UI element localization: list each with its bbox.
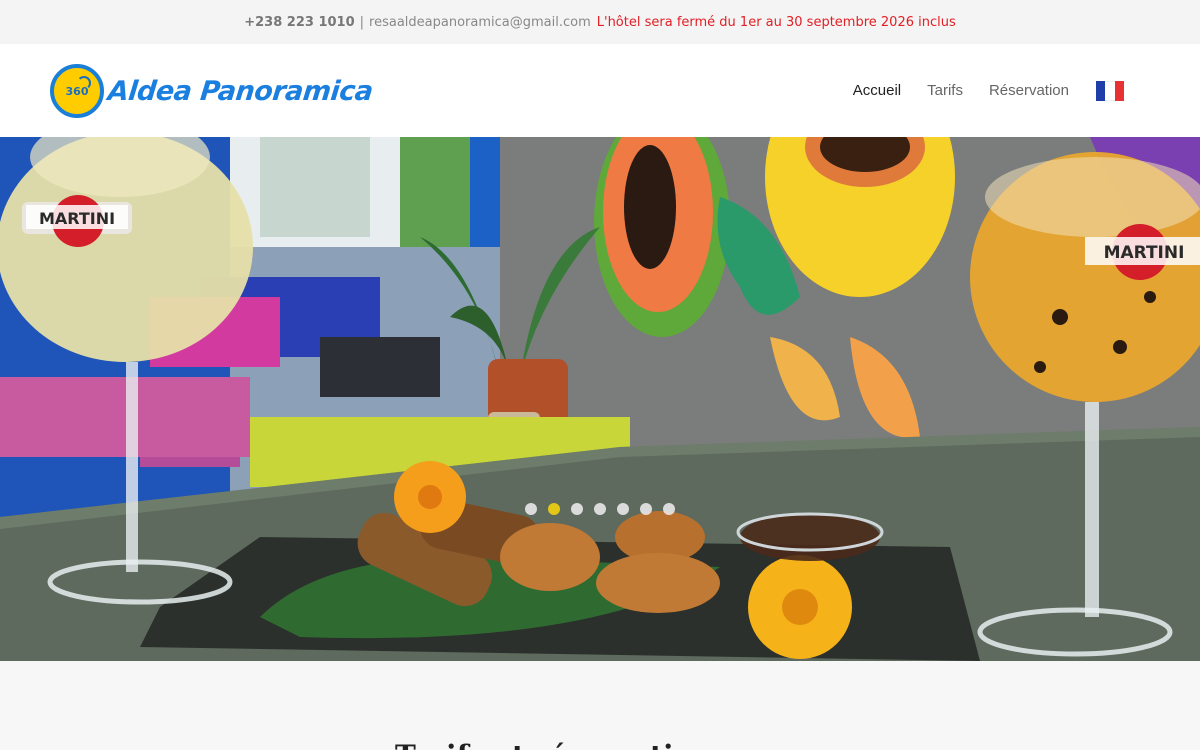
hero-image: MARTINI MARTINI [0, 137, 1200, 661]
nav-accueil[interactable]: Accueil [853, 82, 901, 99]
slider-dot-1[interactable] [525, 503, 537, 515]
site-logo[interactable]: 360 Aldea Panoramica [50, 64, 375, 118]
section-title: Tarifs et réservations [395, 739, 728, 750]
closure-notice: L'hôtel sera fermé du 1er au 30 septembr… [596, 14, 956, 30]
slider-dot-5[interactable] [617, 503, 629, 515]
glass-brand-right: MARTINI [1104, 243, 1185, 263]
logo-360-badge: 360 [50, 64, 104, 118]
topbar-separator: | [359, 14, 365, 30]
glass-brand-left: MARTINI [39, 209, 115, 228]
content-section: Tarifs et réservations [0, 661, 1200, 750]
top-info-bar: +238 223 1010 | resaaldeapanoramica@gmai… [0, 0, 1200, 44]
rotate-arrow-icon [77, 76, 91, 90]
france-flag-icon[interactable] [1096, 80, 1124, 101]
logo-text: Aldea Panoramica [106, 75, 375, 107]
slider-dot-2[interactable] [548, 503, 560, 515]
nav-tarifs[interactable]: Tarifs [927, 82, 963, 99]
slider-dot-7[interactable] [663, 503, 675, 515]
slider-dot-6[interactable] [640, 503, 652, 515]
site-header: 360 Aldea Panoramica Accueil Tarifs Rése… [0, 44, 1200, 137]
email-address[interactable]: resaaldeapanoramica@gmail.com [369, 15, 591, 30]
main-nav: Accueil Tarifs Réservation [827, 44, 1124, 137]
phone-number[interactable]: +238 223 1010 [244, 15, 354, 30]
slider-dot-3[interactable] [571, 503, 583, 515]
nav-reservation[interactable]: Réservation [989, 82, 1069, 99]
hero-slider: MARTINI MARTINI [0, 137, 1200, 661]
slider-pagination [0, 503, 1200, 515]
slider-dot-4[interactable] [594, 503, 606, 515]
